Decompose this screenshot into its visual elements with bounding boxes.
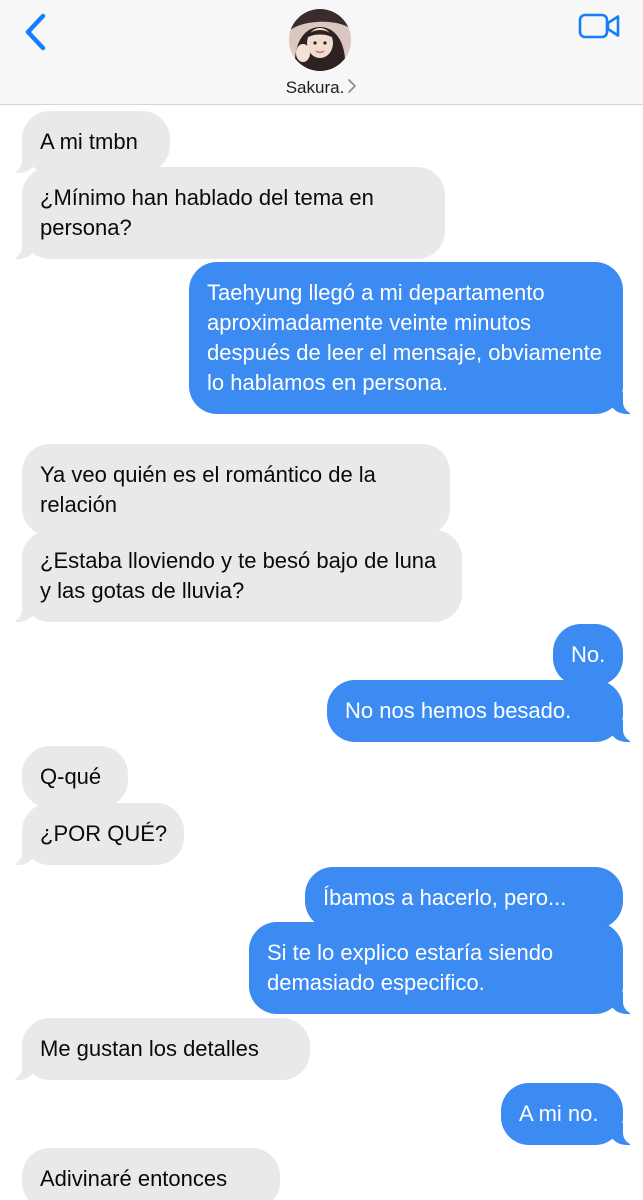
incoming-message[interactable]: Ya veo quién es el romántico de la relac… bbox=[22, 444, 450, 536]
message-text: ¿Mínimo han hablado del tema en persona? bbox=[40, 185, 374, 240]
message-text: No nos hemos besado. bbox=[345, 698, 572, 723]
incoming-message[interactable]: ¿Estaba lloviendo y te besó bajo de luna… bbox=[0, 530, 462, 622]
outgoing-message[interactable]: Si te lo explico estaría siendo demasiad… bbox=[249, 922, 643, 1014]
back-button[interactable] bbox=[18, 10, 58, 54]
message-text: A mi tmbn bbox=[40, 129, 138, 154]
outgoing-message[interactable]: No. bbox=[553, 624, 623, 686]
message-text: Ya veo quién es el romántico de la relac… bbox=[40, 462, 376, 517]
facetime-video-button[interactable] bbox=[578, 12, 622, 40]
contact-name: Sakura. bbox=[285, 78, 345, 97]
incoming-message[interactable]: A mi tmbn bbox=[0, 111, 170, 173]
incoming-message[interactable]: Me gustan los detalles bbox=[0, 1018, 310, 1080]
message-text: No. bbox=[571, 642, 606, 667]
message-text: Íbamos a hacerlo, pero... bbox=[323, 885, 567, 910]
outgoing-message[interactable]: Íbamos a hacerlo, pero... bbox=[305, 867, 623, 929]
message-text: Taehyung llegó a mi departamento aproxim… bbox=[207, 280, 603, 395]
messages-screen: Sakura. A mi tmbn ¿Mínimo han hablado de… bbox=[0, 0, 643, 1200]
message-text: A mi no. bbox=[519, 1101, 599, 1126]
message-text: Me gustan los detalles bbox=[40, 1036, 259, 1061]
message-text: Si te lo explico estaría siendo demasiad… bbox=[267, 940, 554, 995]
message-text: Adivinaré entonces bbox=[40, 1166, 228, 1191]
outgoing-message[interactable]: Taehyung llegó a mi departamento aproxim… bbox=[189, 262, 643, 414]
contact-name-button[interactable]: Sakura. bbox=[0, 78, 643, 99]
incoming-message[interactable]: ¿POR QUÉ? bbox=[0, 803, 184, 865]
contact-avatar[interactable] bbox=[289, 9, 351, 71]
video-camera-icon bbox=[578, 13, 620, 39]
message-text: ¿Estaba lloviendo y te besó bajo de luna… bbox=[40, 548, 437, 603]
chevron-left-icon bbox=[25, 13, 46, 51]
outgoing-message[interactable]: A mi no. bbox=[501, 1083, 643, 1145]
chevron-right-icon bbox=[347, 78, 357, 99]
message-text: Q-qué bbox=[40, 764, 102, 789]
incoming-message[interactable]: Adivinaré entonces bbox=[22, 1148, 280, 1200]
outgoing-message[interactable]: No nos hemos besado. bbox=[327, 680, 643, 742]
incoming-message[interactable]: ¿Mínimo han hablado del tema en persona? bbox=[0, 167, 445, 259]
message-text: ¿POR QUÉ? bbox=[40, 821, 168, 846]
conversation-header: Sakura. bbox=[0, 0, 643, 105]
incoming-message[interactable]: Q-qué bbox=[22, 746, 128, 808]
avatar-photo-icon bbox=[289, 9, 351, 71]
